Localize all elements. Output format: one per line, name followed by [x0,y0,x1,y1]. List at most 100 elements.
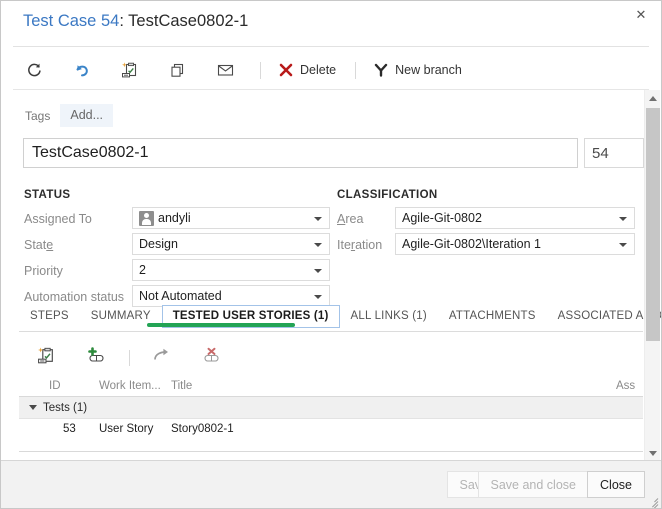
chevron-down-icon [314,243,322,247]
classification-section-heading: CLASSIFICATION [337,189,438,201]
area-value: Agile-Git-0802 [402,211,482,225]
save-and-close-button[interactable]: Save and close [477,471,589,498]
new-linked-work-item-button[interactable] [29,344,63,372]
state-value: Design [139,237,178,251]
tags-label: Tags [25,108,51,123]
state-combo[interactable]: Design [132,233,330,255]
chevron-up-icon [649,95,657,101]
close-button[interactable]: Close [587,471,645,498]
new-test-case-icon [121,61,139,79]
column-header-assigned-to[interactable]: Ass [616,380,635,392]
test-case-dialog: Test Case 54: TestCase0802-1 ✕ Delete Ne… [0,0,662,509]
dialog-titlebar: Test Case 54: TestCase0802-1 ✕ [1,1,661,46]
resize-grip[interactable] [646,494,659,508]
new-branch-label: New branch [395,63,462,77]
collapse-triangle-icon[interactable] [29,405,37,410]
delete-x-icon [278,62,294,78]
chevron-down-icon [619,217,627,221]
chevron-down-icon [314,295,322,299]
undo-button[interactable] [66,55,104,85]
automation-status-combo[interactable]: Not Automated [132,285,330,307]
delete-button[interactable]: Delete [271,55,343,85]
title-input[interactable] [23,138,578,168]
copy-icon [169,62,186,79]
scrollbar-thumb[interactable] [646,108,660,341]
copy-button[interactable] [162,55,199,85]
status-section-heading: STATUS [24,189,71,201]
open-arrow-icon [151,347,171,369]
scroll-up-button[interactable] [645,90,661,106]
cell-title: Story0802-1 [171,423,234,435]
work-item-id-field[interactable] [584,138,644,168]
table-row[interactable]: 53 User Story Story0802-1 [19,419,643,441]
automation-status-value: Not Automated [139,289,222,303]
email-button[interactable] [209,55,248,85]
toolbar-divider-2 [355,61,357,79]
remove-link-button [194,344,228,372]
column-header-title[interactable]: Title [171,380,192,392]
priority-combo[interactable]: 2 [132,259,330,281]
grid-group-row[interactable]: Tests (1) [19,397,643,419]
tab-steps[interactable]: STEPS [19,305,80,328]
links-toolbar [19,340,639,376]
dialog-footer: Save Save and close Close [1,460,661,508]
add-link-icon [86,346,107,370]
chevron-down-icon [649,450,657,456]
chevron-down-icon [619,243,627,247]
column-header-work-item-type[interactable]: Work Item... [99,380,161,392]
cell-id: 53 [63,423,76,435]
new-test-case-icon [37,346,56,370]
state-label: State [24,238,54,252]
toolbar-divider-1 [260,61,261,79]
add-link-button[interactable] [79,344,113,372]
cell-work-item-type: User Story [99,423,154,435]
field-priority: Priority [24,260,132,282]
grid-header-row: ID Work Item... Title Ass [19,378,643,397]
command-toolbar: Delete New branch [1,51,661,89]
assigned-to-combo[interactable]: andyli [132,207,330,229]
person-avatar-icon [139,210,154,226]
links-toolbar-divider [129,350,130,366]
form-body: Tags Add... STATUS Assigned To andyli St… [1,90,661,508]
open-link-button [144,344,178,372]
chevron-down-icon [314,217,322,221]
grid-group-label: Tests (1) [43,401,88,414]
add-tag-button[interactable]: Add... [60,104,114,127]
branch-icon [373,62,389,78]
priority-value: 2 [139,263,146,277]
page-title-link[interactable]: Test Case 54 [23,12,119,30]
refresh-icon [26,62,43,79]
titlebar-divider [13,46,649,47]
scroll-down-button[interactable] [645,445,661,461]
field-state: State [24,234,132,256]
iteration-label: Iteration [337,238,383,252]
priority-label: Priority [24,264,63,278]
refresh-button[interactable] [19,55,56,85]
remove-link-icon [201,347,222,370]
field-area: Area [337,208,395,230]
grid-bottom-divider [19,451,643,452]
new-test-case-button[interactable] [114,55,152,85]
email-icon [216,62,235,78]
assigned-to-label: Assigned To [24,212,92,226]
close-icon[interactable]: ✕ [632,6,650,24]
assigned-to-value: andyli [158,211,191,225]
undo-icon [73,62,91,79]
vertical-scrollbar[interactable] [644,90,660,461]
iteration-value: Agile-Git-0802\Iteration 1 [402,237,541,251]
tab-all-links[interactable]: ALL LINKS (1) [340,305,438,328]
tab-attachments[interactable]: ATTACHMENTS [438,305,547,328]
field-iteration: Iteration [337,234,395,256]
chevron-down-icon [314,269,322,273]
page-title-name: : TestCase0802-1 [119,12,249,30]
iteration-combo[interactable]: Agile-Git-0802\Iteration 1 [395,233,635,255]
delete-label: Delete [300,63,337,77]
area-label: Area [337,212,364,226]
new-branch-button[interactable]: New branch [366,55,469,85]
column-header-id[interactable]: ID [49,380,61,392]
tab-strip: STEPS SUMMARY TESTED USER STORIES (1) AL… [19,305,661,331]
annotation-underline [147,323,295,327]
tags-row: Tags Add... [25,104,114,127]
area-combo[interactable]: Agile-Git-0802 [395,207,635,229]
linked-items-grid: ID Work Item... Title Ass Tests (1) 53 U… [19,378,643,451]
